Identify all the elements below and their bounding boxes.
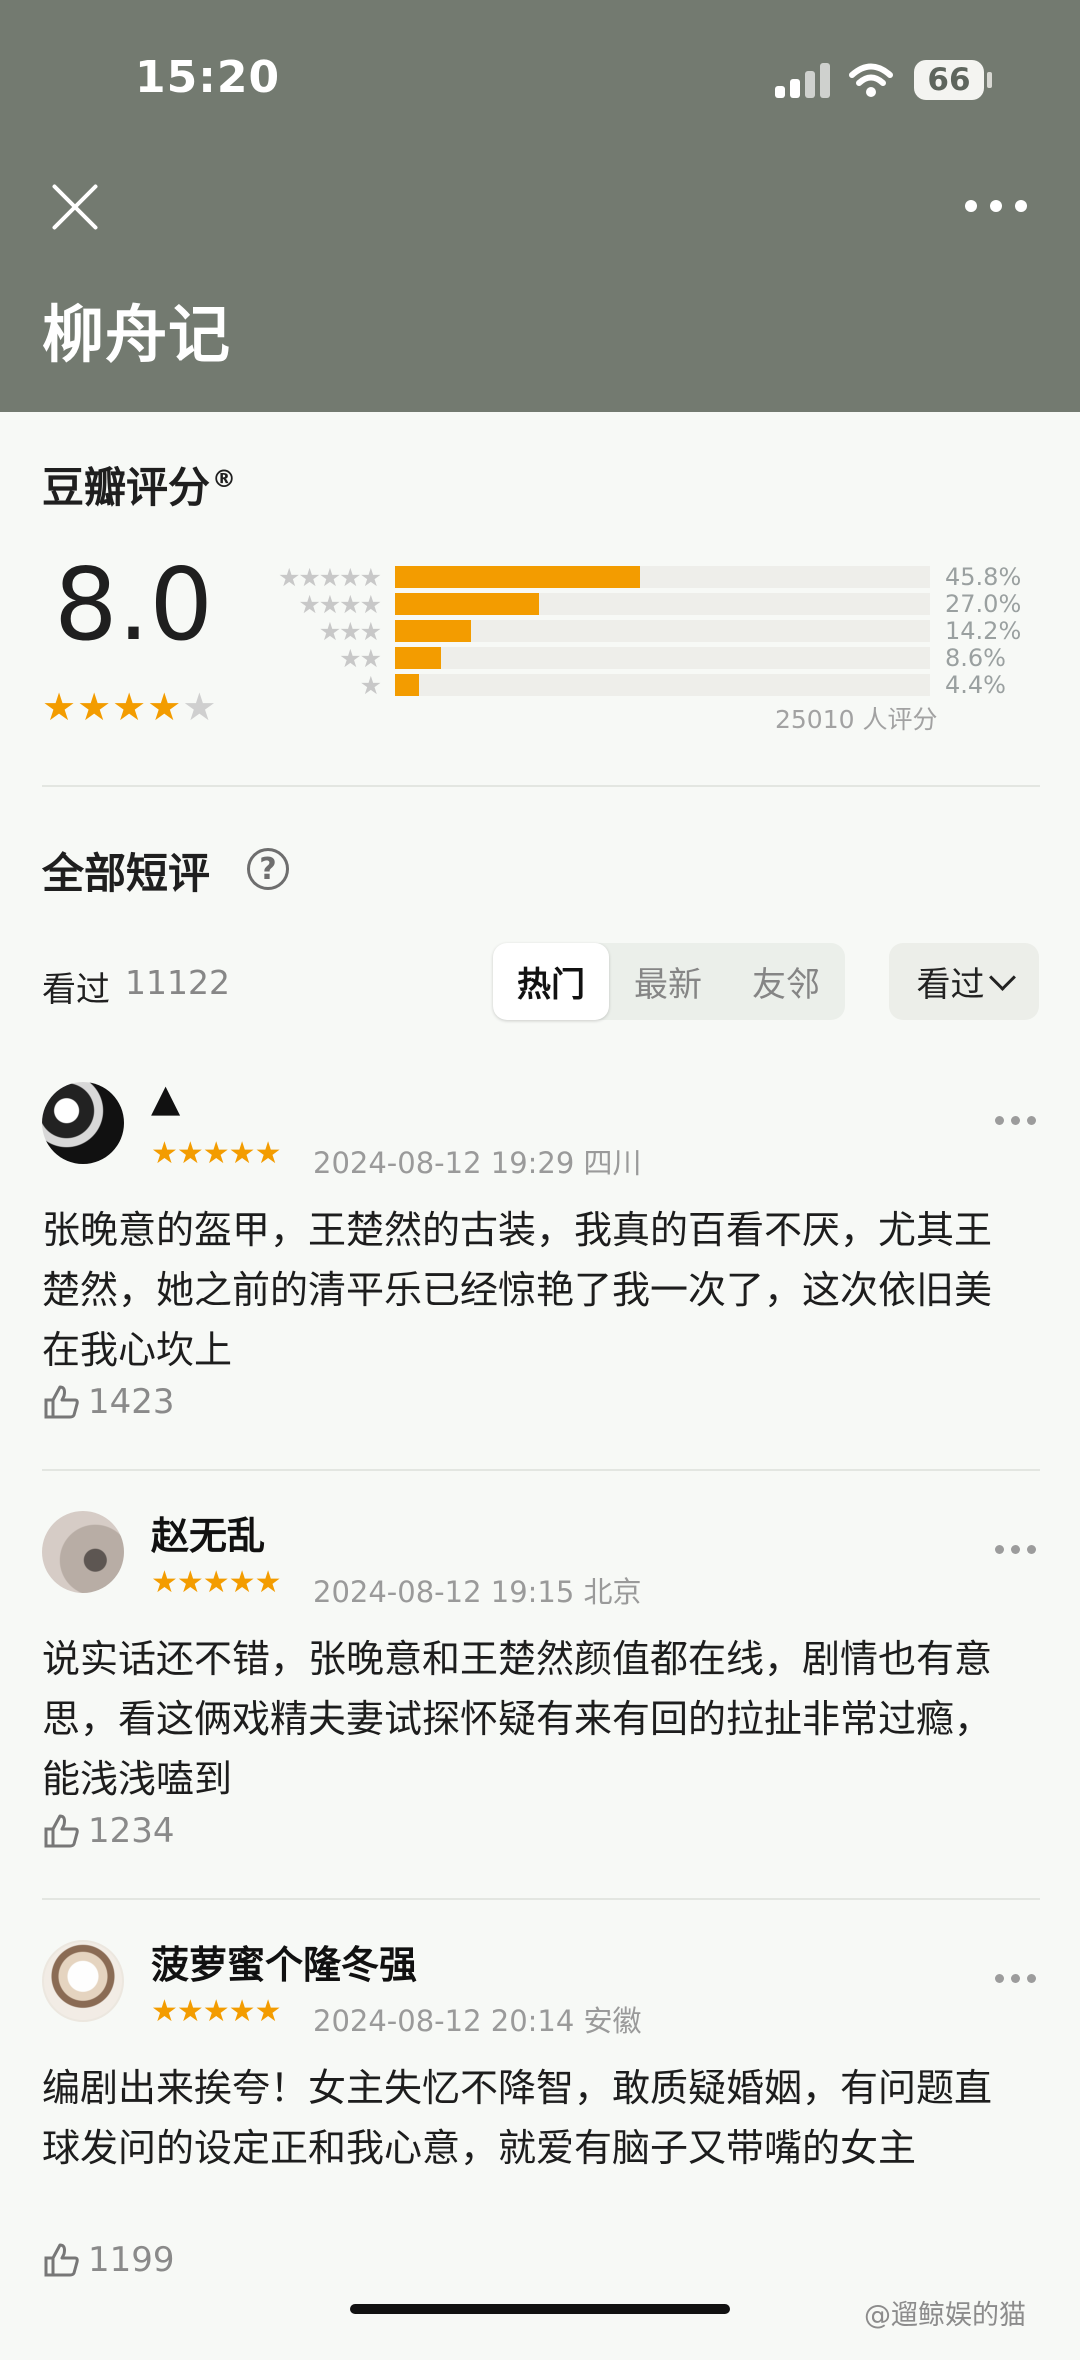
star-icon: ★ [147, 685, 183, 729]
like-button[interactable]: 1199 [42, 2240, 175, 2280]
home-indicator[interactable] [350, 2304, 730, 2314]
empty-star-icon: ★ [182, 685, 218, 729]
bar-fill [395, 647, 441, 669]
like-count: 1423 [88, 1382, 175, 1422]
percent-label: 8.6% [945, 644, 1006, 672]
review-divider [42, 1898, 1040, 1900]
review-text: 说实话还不错，张晚意和王楚然颜值都在线，剧情也有意思，看这俩戏精夫妻试探怀疑有来… [42, 1637, 993, 1801]
battery-level: 66 [914, 60, 984, 100]
reviewer-name[interactable]: ▲ [151, 1076, 180, 1120]
help-icon[interactable]: ? [247, 848, 289, 890]
bar-track [395, 647, 930, 669]
like-count: 1199 [88, 2240, 175, 2280]
app-header: 15:20 66 柳舟记 [0, 0, 1080, 412]
bar-fill [395, 620, 471, 642]
distribution-row-2: ★★ 8.6% [256, 643, 1030, 673]
review-stars: ★★★★★ [151, 1994, 281, 2029]
section-divider [42, 785, 1040, 787]
review-meta: 2024-08-12 20:14 安徽 [313, 2004, 642, 2038]
avatar[interactable] [42, 1511, 124, 1593]
percent-label: 27.0% [945, 590, 1022, 618]
rating-score: 8.0 [54, 546, 214, 663]
filter-label: 看过 [916, 965, 985, 1005]
reviewer-name[interactable]: 菠萝蜜个隆冬强 [151, 1934, 417, 1989]
star-icon: ★ [112, 685, 148, 729]
cellular-signal-icon [775, 62, 835, 98]
seen-label: 看过 [42, 970, 110, 1010]
review-item: ▲ ★★★★★ 2024-08-12 19:29 四川 张晚意的盔甲，王楚然的古… [0, 1076, 1080, 1502]
page-title: 柳舟记 [42, 298, 232, 371]
like-button[interactable]: 1234 [42, 1811, 175, 1851]
like-button[interactable]: 1423 [42, 1382, 175, 1422]
bar-fill [395, 674, 419, 696]
review-stars: ★★★★★ [151, 1136, 281, 1171]
bar-fill [395, 566, 641, 588]
percent-label: 14.2% [945, 617, 1022, 645]
review-divider [42, 1469, 1040, 1471]
douban-rating-heading: 豆瓣评分® [42, 454, 236, 515]
distribution-row-5: ★★★★★ 45.8% [256, 562, 1030, 592]
rating-heading-text: 豆瓣评分 [42, 463, 211, 512]
status-time: 15:20 [135, 52, 281, 103]
thumb-up-icon [44, 1385, 79, 1419]
watermark: @遛鲸娱的猫 [864, 2300, 1026, 2331]
seen-count: 11122 [125, 963, 230, 1002]
rating-count: 25010 人评分 [775, 705, 938, 734]
reviewer-name[interactable]: 赵无乱 [151, 1505, 265, 1560]
short-reviews-title: 全部短评 [42, 849, 211, 898]
bar-track [395, 674, 930, 696]
rating-stars: ★★★★★ [42, 685, 217, 729]
three-star-label: ★★★ [318, 616, 382, 646]
review-more-icon[interactable] [995, 1116, 1037, 1126]
avatar[interactable] [42, 1082, 124, 1164]
tab-friends[interactable]: 友邻 [727, 943, 845, 1020]
tab-hot[interactable]: 热门 [493, 943, 609, 1020]
star-icon: ★ [42, 685, 78, 729]
like-count: 1234 [88, 1811, 175, 1851]
bar-track [395, 620, 930, 642]
battery-cap [987, 72, 992, 88]
thumb-up-icon [44, 2243, 79, 2277]
review-stars: ★★★★★ [151, 1565, 281, 1600]
distribution-row-1: ★ 4.4% [256, 670, 1030, 700]
thumb-up-icon [44, 1814, 79, 1848]
avatar[interactable] [42, 1940, 124, 2022]
review-text: 张晚意的盔甲，王楚然的古装，我真的百看不厌，尤其王楚然，她之前的清平乐已经惊艳了… [42, 1208, 993, 1372]
five-star-label: ★★★★★ [277, 562, 382, 592]
four-star-label: ★★★★ [298, 589, 382, 619]
percent-label: 45.8% [945, 563, 1022, 591]
two-star-label: ★★ [339, 643, 382, 673]
percent-label: 4.4% [945, 671, 1006, 699]
close-icon[interactable] [48, 180, 102, 234]
bar-track [395, 593, 930, 615]
registered-mark: ® [212, 465, 237, 493]
review-text: 编剧出来挨夸！女主失忆不降智，敢质疑婚姻，有问题直球发问的设定正和我心意，就爱有… [42, 2066, 993, 2170]
sort-tabs: 热门 最新 友邻 [493, 943, 845, 1020]
bar-fill [395, 593, 540, 615]
wifi-icon [849, 63, 893, 97]
review-item: 赵无乱 ★★★★★ 2024-08-12 19:15 北京 说实话还不错，张晚意… [0, 1511, 1080, 1931]
chevron-down-icon [988, 964, 1016, 991]
star-icon: ★ [77, 685, 113, 729]
tab-latest[interactable]: 最新 [609, 943, 727, 1020]
distribution-row-4: ★★★★ 27.0% [256, 589, 1030, 619]
review-more-icon[interactable] [995, 1974, 1037, 1984]
review-meta: 2024-08-12 19:15 北京 [313, 1575, 642, 1609]
more-options-icon[interactable] [965, 200, 1027, 214]
bar-track [395, 566, 930, 588]
review-meta: 2024-08-12 19:29 四川 [313, 1146, 642, 1180]
watched-filter-dropdown[interactable]: 看过 [889, 943, 1039, 1020]
distribution-row-3: ★★★ 14.2% [256, 616, 1030, 646]
one-star-label: ★ [359, 670, 382, 700]
review-more-icon[interactable] [995, 1545, 1037, 1555]
